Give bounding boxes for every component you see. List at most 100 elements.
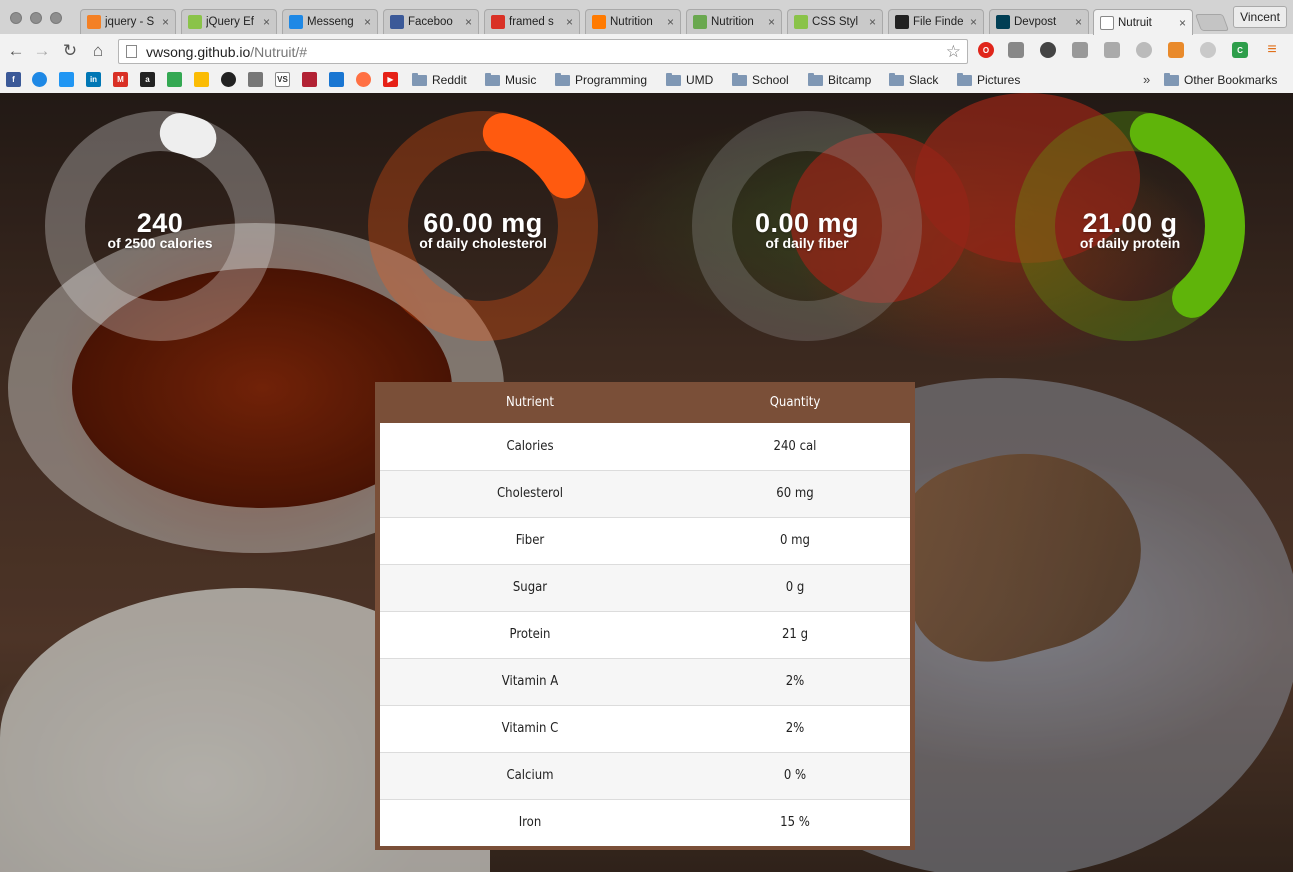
table-row: Fiber 0 mg <box>380 516 910 564</box>
folder-icon <box>412 72 427 86</box>
cors-extension-icon[interactable]: C <box>1232 42 1248 58</box>
youtube-bookmark-icon[interactable]: ▶ <box>383 72 398 87</box>
table-row: Cholesterol 60 mg <box>380 469 910 517</box>
tab-label: Nutruit <box>1118 16 1152 29</box>
drive-bookmark-icon[interactable] <box>194 72 209 87</box>
forward-arrow-icon[interactable]: → <box>32 41 52 61</box>
close-tab-icon[interactable]: × <box>1075 15 1082 29</box>
apple-bookmark-icon[interactable] <box>248 72 263 87</box>
nutrient-gauge: 21.00 g of daily protein <box>1015 111 1255 351</box>
bookmark-folder-programming[interactable]: Programming <box>555 71 647 89</box>
cast-icon[interactable] <box>1008 42 1024 58</box>
swirl-extension-icon[interactable] <box>1200 42 1216 58</box>
tab-label: Devpost <box>1014 16 1057 28</box>
github-bookmark-icon[interactable] <box>221 72 236 87</box>
nutrient-name-cell: Vitamin C <box>380 704 680 752</box>
amazon-bookmark-icon[interactable]: a <box>140 72 155 87</box>
color-extension-icon[interactable] <box>1168 42 1184 58</box>
browser-tab[interactable]: jQuery Ef × <box>181 9 277 34</box>
folder-icon <box>1164 72 1179 86</box>
gmail-bookmark-icon[interactable]: M <box>113 72 128 87</box>
bookmark-folder-bitcamp[interactable]: Bitcamp <box>808 71 871 89</box>
nutrient-gauge: 60.00 mg of daily cholesterol <box>368 111 608 351</box>
phone-bookmark-icon[interactable] <box>329 72 344 87</box>
nutrient-quantity-cell: 15 % <box>680 798 910 846</box>
browser-tab[interactable]: CSS Styl × <box>787 9 883 34</box>
browser-tab[interactable]: Nutrition × <box>686 9 782 34</box>
home-icon[interactable]: ⌂ <box>88 41 108 61</box>
nutrient-quantity-cell: 21 g <box>680 610 910 658</box>
maps-bookmark-icon[interactable] <box>167 72 182 87</box>
browser-tab[interactable]: Nutrition × <box>585 9 681 34</box>
nutrient-name-cell: Vitamin A <box>380 657 680 705</box>
bookmark-folder-reddit[interactable]: Reddit <box>412 71 467 89</box>
close-tab-icon[interactable]: × <box>162 15 169 29</box>
table-row: Vitamin C 2% <box>380 704 910 752</box>
puzzle-extension-icon[interactable] <box>1072 42 1088 58</box>
opera-icon[interactable]: O <box>978 42 994 58</box>
bookmark-folder-pictures[interactable]: Pictures <box>957 71 1020 89</box>
facebook-bookmark-icon[interactable]: f <box>6 72 21 87</box>
bookmark-folder-music[interactable]: Music <box>485 71 536 89</box>
bookmark-star-icon[interactable]: ☆ <box>946 42 961 62</box>
close-window-button[interactable] <box>10 12 22 24</box>
close-tab-icon[interactable]: × <box>1179 16 1186 30</box>
nutrient-gauge: 0.00 mg of daily fiber <box>692 111 932 351</box>
flag-bookmark-icon[interactable] <box>302 72 317 87</box>
close-tab-icon[interactable]: × <box>465 15 472 29</box>
reload-icon[interactable]: ↻ <box>60 41 80 61</box>
nutrition-table-container: Nutrient Quantity Calories 240 cal Cholest… <box>375 382 915 850</box>
page-icon <box>1100 15 1114 30</box>
new-tab-button[interactable] <box>1194 14 1230 31</box>
browser-tab[interactable]: framed s × <box>484 9 580 34</box>
messenger-icon <box>289 15 303 29</box>
close-tab-icon[interactable]: × <box>566 15 573 29</box>
back-arrow-icon[interactable]: ← <box>6 41 26 61</box>
docs-bookmark-icon[interactable] <box>59 72 74 87</box>
facebook-icon <box>390 15 404 29</box>
browser-tab[interactable]: Devpost × <box>989 9 1089 34</box>
menu-icon[interactable]: ≡ <box>1264 41 1280 58</box>
browser-tab[interactable]: Faceboo × <box>383 9 479 34</box>
close-tab-icon[interactable]: × <box>263 15 270 29</box>
table-row: Calcium 0 % <box>380 751 910 799</box>
play-bookmark-icon[interactable] <box>356 72 371 87</box>
bookmark-folder-school[interactable]: School <box>732 71 789 89</box>
minimize-window-button[interactable] <box>30 12 42 24</box>
gauge-label: of daily fiber <box>765 235 849 251</box>
w3schools-icon <box>188 15 202 29</box>
tab-label: jquery - S <box>105 16 155 28</box>
browser-tab[interactable]: jquery - S × <box>80 9 176 34</box>
bookmark-folder-slack[interactable]: Slack <box>889 71 938 89</box>
owl-extension-icon[interactable] <box>1040 42 1056 58</box>
close-tab-icon[interactable]: × <box>667 15 674 29</box>
bookmarks-overflow-icon[interactable]: » <box>1143 72 1150 87</box>
browser-tab[interactable]: File Finde × <box>888 9 984 34</box>
zoom-window-button[interactable] <box>50 12 62 24</box>
css-extension-icon[interactable] <box>1104 42 1120 58</box>
browser-tab[interactable]: Nutruit × <box>1093 9 1193 35</box>
vs-bookmark-icon[interactable]: VS <box>275 72 290 87</box>
browser-tab[interactable]: Messeng × <box>282 9 378 34</box>
messenger-bookmark-icon[interactable] <box>32 72 47 87</box>
other-bookmarks-folder[interactable]: Other Bookmarks <box>1164 71 1277 89</box>
close-tab-icon[interactable]: × <box>869 15 876 29</box>
close-tab-icon[interactable]: × <box>768 15 775 29</box>
address-bar[interactable]: vwsong.github.io/Nutruit/# ☆ <box>118 39 968 64</box>
nutrient-quantity-cell: 2% <box>680 704 910 752</box>
close-tab-icon[interactable]: × <box>364 15 371 29</box>
nutrient-quantity-cell: 0 % <box>680 751 910 799</box>
nutrient-name-cell: Protein <box>380 610 680 658</box>
circle-extension-icon[interactable] <box>1136 42 1152 58</box>
url-text: vwsong.github.io/Nutruit/# <box>146 44 308 60</box>
nutritionix-icon <box>592 15 606 29</box>
bookmark-folder-umd[interactable]: UMD <box>666 71 713 89</box>
nutrient-name-cell: Cholesterol <box>380 469 680 517</box>
profile-button[interactable]: Vincent <box>1233 6 1287 28</box>
close-tab-icon[interactable]: × <box>970 15 977 29</box>
gauge-label: of 2500 calories <box>107 235 213 251</box>
folder-icon <box>732 72 747 86</box>
tab-label: Nutrition <box>610 16 653 28</box>
gmail-icon <box>491 15 505 29</box>
linkedin-bookmark-icon[interactable]: in <box>86 72 101 87</box>
